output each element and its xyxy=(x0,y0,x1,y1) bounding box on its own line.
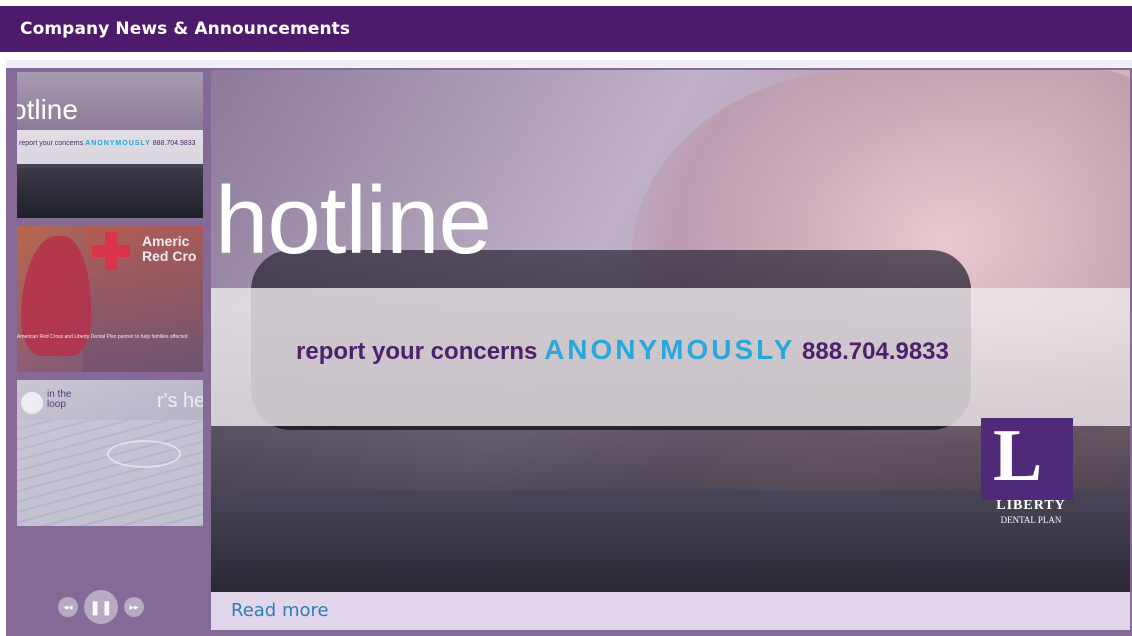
logo-name: LIBERTY xyxy=(996,498,1066,513)
thumbnail-loop-label: in the loop xyxy=(47,390,71,410)
thumbnail-tagline-phone: 888.704.9833 xyxy=(150,140,196,147)
liberty-dental-logo: L LIBERTY DENTAL PLAN xyxy=(981,410,1081,530)
read-more-bar: Read more xyxy=(211,592,1130,630)
slide-headline: hotline xyxy=(215,167,492,274)
slide-tagline: report your concerns ANONYMOUSLY 888.704… xyxy=(296,334,949,366)
carousel-controls: ◂◂ ❚❚ ▸▸ xyxy=(58,590,144,624)
thumbnail-hotline-title: otline xyxy=(17,94,78,125)
rewind-icon: ◂◂ xyxy=(63,601,73,612)
logo-letter: L xyxy=(993,415,1043,497)
loop-logo-icon xyxy=(21,392,43,414)
slide-tagline-pre: report your concerns xyxy=(296,338,545,365)
thumbnail-paper-image xyxy=(17,420,203,526)
thumbnail-org-line2: Red Cro xyxy=(142,248,197,264)
thumbnail-phone-image xyxy=(17,168,203,218)
thumbnail-in-the-loop[interactable]: in the loop r's he xyxy=(17,380,203,526)
thumbnail-org-name: Americ Red Cro xyxy=(142,234,196,264)
main-slide-hotline[interactable]: hotline report your concerns ANONYMOUSLY… xyxy=(211,70,1130,592)
loop-line2: loop xyxy=(47,399,66,410)
next-button[interactable]: ▸▸ xyxy=(124,597,144,617)
thumbnail-hotline[interactable]: otline report your concerns ANONYMOUSLY … xyxy=(17,72,203,218)
thumbnail-tagline-pre: report your concerns xyxy=(19,140,86,147)
slide-tagline-phone: 888.704.9833 xyxy=(795,338,949,365)
previous-button[interactable]: ◂◂ xyxy=(58,597,78,617)
header-title: Company News & Announcements xyxy=(20,19,351,39)
red-cross-icon-bar xyxy=(92,245,130,257)
slide-tagline-anon: ANONYMOUSLY xyxy=(544,334,796,365)
read-more-link[interactable]: Read more xyxy=(231,600,329,621)
thumbnail-tagline-anon: ANONYMOUSLY xyxy=(85,140,151,147)
pause-button[interactable]: ❚❚ xyxy=(84,590,118,624)
thumbnail-org-line1: Americ xyxy=(142,233,190,249)
glasses-icon xyxy=(107,440,181,468)
thumbnail-caption: American Red Cross and Liberty Dental Pl… xyxy=(17,334,188,340)
thumbnail-red-cross[interactable]: Americ Red Cro American Red Cross and Lib… xyxy=(17,226,203,372)
thumbnail-title: r's he xyxy=(157,390,203,412)
news-header: Company News & Announcements xyxy=(0,6,1132,52)
logo-subtitle: DENTAL PLAN xyxy=(1000,515,1062,525)
frame-top-strip xyxy=(6,60,1132,68)
thumbnail-tagline: report your concerns ANONYMOUSLY 888.704… xyxy=(19,140,196,147)
news-carousel: otline report your concerns ANONYMOUSLY … xyxy=(6,60,1132,636)
thumbnail-band xyxy=(17,130,203,164)
pause-icon: ❚❚ xyxy=(89,598,113,615)
fast-forward-icon: ▸▸ xyxy=(129,601,139,612)
